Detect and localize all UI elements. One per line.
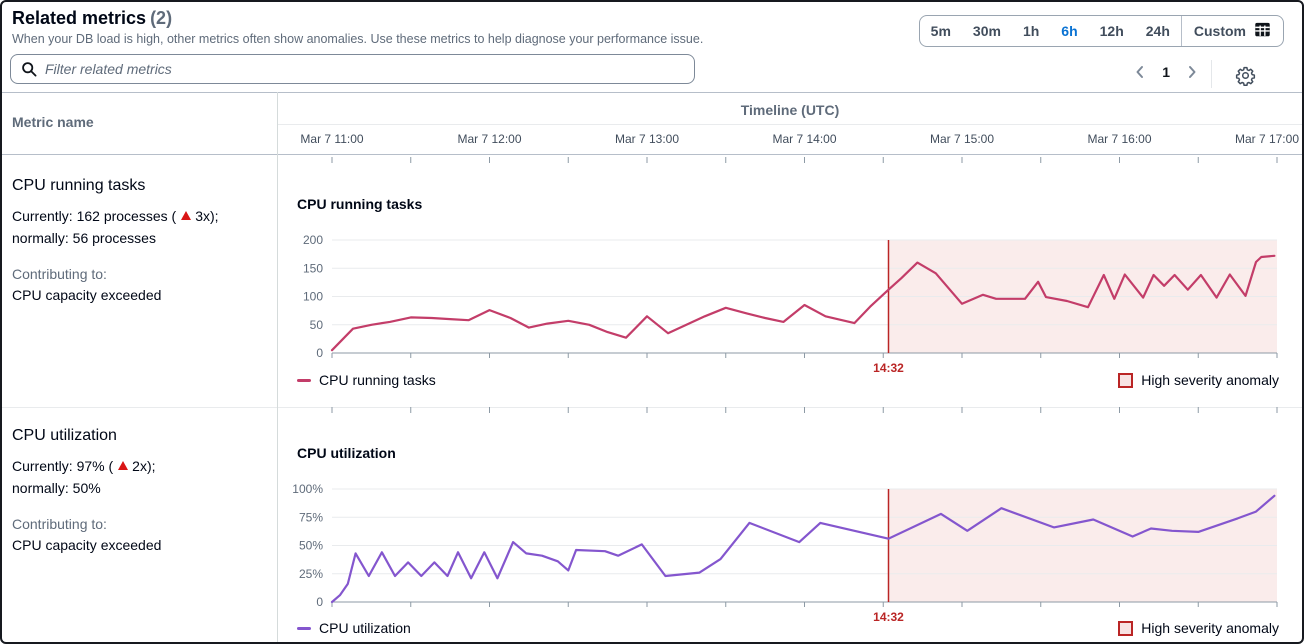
y-axis-label: 0 xyxy=(316,595,323,609)
page-title-text: Related metrics xyxy=(12,8,146,28)
filter-input[interactable] xyxy=(43,60,694,78)
timeline-tick-label: Mar 7 17:00 xyxy=(1235,132,1299,146)
time-range-option-6h[interactable]: 6h xyxy=(1050,16,1088,46)
table-top-border xyxy=(2,92,1302,93)
legend-label: CPU utilization xyxy=(319,620,411,636)
metric-normal-value: normally: 56 processes xyxy=(12,227,276,249)
chart-title: CPU running tasks xyxy=(297,196,422,212)
legend-label: CPU running tasks xyxy=(319,372,436,388)
metric-name: CPU running tasks xyxy=(12,177,276,195)
anomaly-legend-label: High severity anomaly xyxy=(1141,372,1279,388)
filter-field xyxy=(10,54,695,84)
y-axis-label: 75% xyxy=(299,510,323,524)
anomaly-swatch xyxy=(1118,621,1133,636)
pagination: 1 xyxy=(1130,62,1202,82)
contributing-value: CPU capacity exceeded xyxy=(12,535,276,556)
metric-row-cpu-utilization: CPU utilization Currently: 97% (2x); nor… xyxy=(2,407,276,556)
anomaly-legend-label: High severity anomaly xyxy=(1141,620,1279,636)
timeline-column-header: Timeline (UTC) xyxy=(278,102,1302,118)
previous-page-button[interactable] xyxy=(1130,62,1150,82)
next-page-button[interactable] xyxy=(1182,62,1202,82)
page-title: Related metrics(2) xyxy=(12,8,172,29)
current-page: 1 xyxy=(1162,64,1170,80)
chart-canvas: 0 25% 50% 75% 100% 14:32 xyxy=(277,407,1304,644)
metric-current-value: Currently: 162 processes (3x); xyxy=(12,205,276,227)
custom-range-label: Custom xyxy=(1194,23,1246,39)
anomaly-time-label: 14:32 xyxy=(873,361,904,375)
time-range-option-12h[interactable]: 12h xyxy=(1089,16,1135,46)
contributing-label: Contributing to: xyxy=(12,264,276,285)
metric-count: (2) xyxy=(150,8,172,28)
y-axis-label: 0 xyxy=(316,346,323,360)
contributing-value: CPU capacity exceeded xyxy=(12,285,276,306)
chart-cpu-running-tasks: 0 50 100 150 200 14:32 CPU running tasks CPU ru… xyxy=(277,157,1304,407)
chart-title: CPU utilization xyxy=(297,445,396,461)
metric-row-cpu-running-tasks: CPU running tasks Currently: 162 process… xyxy=(2,157,276,306)
chevron-right-icon xyxy=(1184,64,1200,80)
anomaly-legend[interactable]: High severity anomaly xyxy=(1118,372,1279,388)
increase-triangle-icon xyxy=(118,461,128,470)
timeline-tick-label: Mar 7 13:00 xyxy=(615,132,679,146)
legend-line-swatch xyxy=(297,379,311,382)
time-range-option-30m[interactable]: 30m xyxy=(962,16,1012,46)
y-axis-label: 50 xyxy=(310,318,324,332)
y-axis-label: 100 xyxy=(303,290,323,304)
page-number-button[interactable]: 1 xyxy=(1160,62,1172,82)
settings-button[interactable] xyxy=(1233,63,1258,91)
series-legend[interactable]: CPU utilization xyxy=(297,620,411,636)
chart-canvas: 0 50 100 150 200 14:32 xyxy=(277,157,1304,407)
timeline-tick-label: Mar 7 16:00 xyxy=(1087,132,1151,146)
page-description: When your DB load is high, other metrics… xyxy=(12,32,703,46)
metric-name: CPU utilization xyxy=(12,427,276,445)
anomaly-legend[interactable]: High severity anomaly xyxy=(1118,620,1279,636)
timeline-tick-label: Mar 7 14:00 xyxy=(772,132,836,146)
metric-current-value: Currently: 97% (2x); xyxy=(12,455,276,477)
time-range-option-5m[interactable]: 5m xyxy=(920,16,962,46)
anomaly-swatch xyxy=(1118,373,1133,388)
series-legend[interactable]: CPU running tasks xyxy=(297,372,436,388)
y-axis-label: 200 xyxy=(303,233,323,247)
y-axis-label: 100% xyxy=(292,482,323,496)
y-axis-label: 50% xyxy=(299,539,323,553)
timeline-header-border xyxy=(278,124,1304,125)
legend-line-swatch xyxy=(297,627,311,630)
timeline-tick-label: Mar 7 15:00 xyxy=(930,132,994,146)
chevron-left-icon xyxy=(1132,64,1148,80)
time-range-option-24h[interactable]: 24h xyxy=(1135,16,1181,46)
gear-icon xyxy=(1235,65,1256,86)
search-icon xyxy=(21,61,37,77)
chart-cpu-utilization: 0 25% 50% 75% 100% 14:32 CPU utilization CPU ut… xyxy=(277,407,1304,644)
increase-triangle-icon xyxy=(181,211,191,220)
metric-name-column-header: Metric name xyxy=(12,114,94,130)
y-axis-label: 25% xyxy=(299,567,323,581)
y-axis-label: 150 xyxy=(303,261,323,275)
anomaly-time-label: 14:32 xyxy=(873,610,904,624)
timeline-tick-label: Mar 7 11:00 xyxy=(300,132,363,146)
toolbar-divider xyxy=(1211,60,1212,88)
timeline-tick-label: Mar 7 12:00 xyxy=(457,132,521,146)
table-header-border xyxy=(2,154,1302,155)
time-range-option-1h[interactable]: 1h xyxy=(1012,16,1050,46)
time-range-group: 5m30m1h6h12h24h Custom xyxy=(919,15,1284,47)
custom-range-button[interactable]: Custom xyxy=(1182,16,1283,46)
metric-normal-value: normally: 50% xyxy=(12,477,276,499)
related-metrics-panel: Related metrics(2) When your DB load is … xyxy=(0,0,1304,644)
calendar-icon xyxy=(1254,21,1271,41)
contributing-label: Contributing to: xyxy=(12,514,276,535)
